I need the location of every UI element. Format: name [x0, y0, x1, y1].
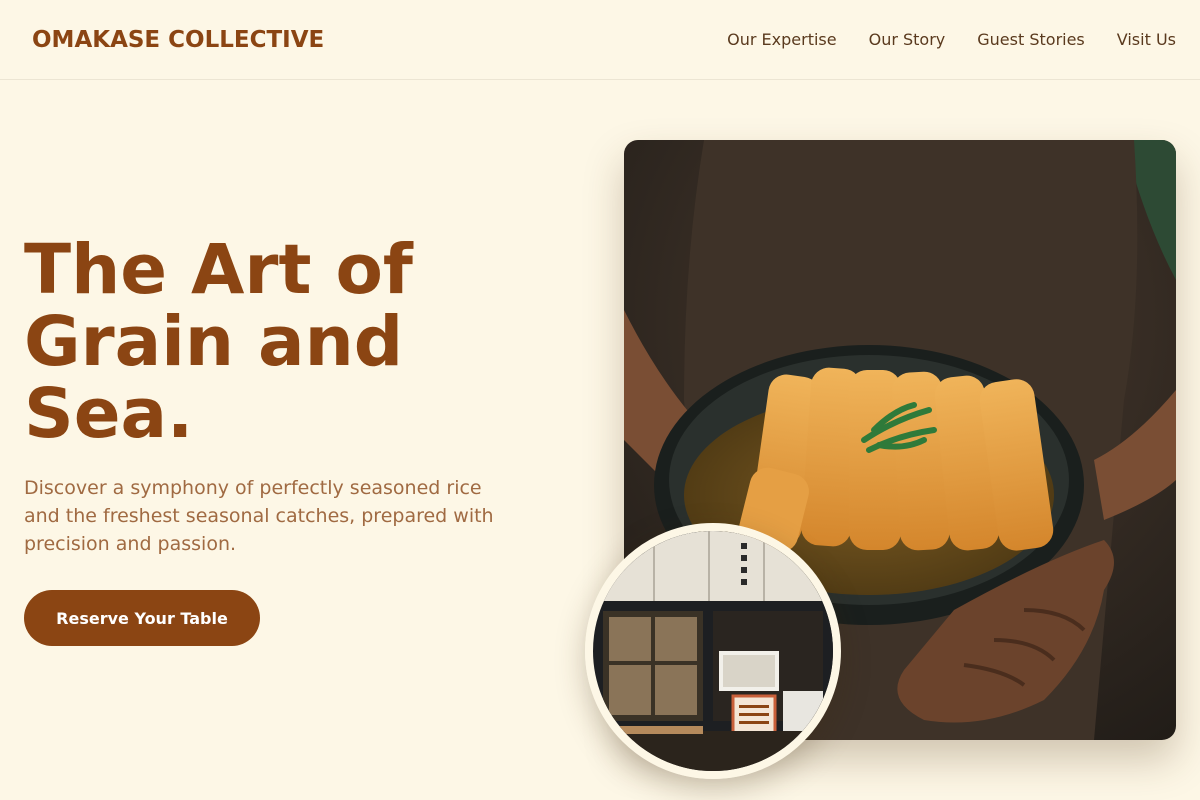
hero-subtitle: Discover a symphony of perfectly seasone…	[24, 477, 494, 555]
reserve-table-button[interactable]: Reserve Your Table	[24, 590, 260, 646]
nav-link-visit-us[interactable]: Visit Us	[1117, 30, 1176, 49]
hero-title: The Art of Grain and Sea.	[24, 230, 413, 454]
nav-link-our-expertise[interactable]: Our Expertise	[727, 30, 836, 49]
nav-link-guest-stories[interactable]: Guest Stories	[977, 30, 1085, 49]
nav-link-our-story[interactable]: Our Story	[869, 30, 946, 49]
restaurant-storefront-photo	[585, 523, 841, 779]
main-nav: Our Expertise Our Story Guest Stories Vi…	[727, 30, 1176, 49]
brand-logo[interactable]: OMAKASE COLLECTIVE	[32, 27, 324, 53]
site-header: OMAKASE COLLECTIVE Our Expertise Our Sto…	[0, 0, 1200, 80]
